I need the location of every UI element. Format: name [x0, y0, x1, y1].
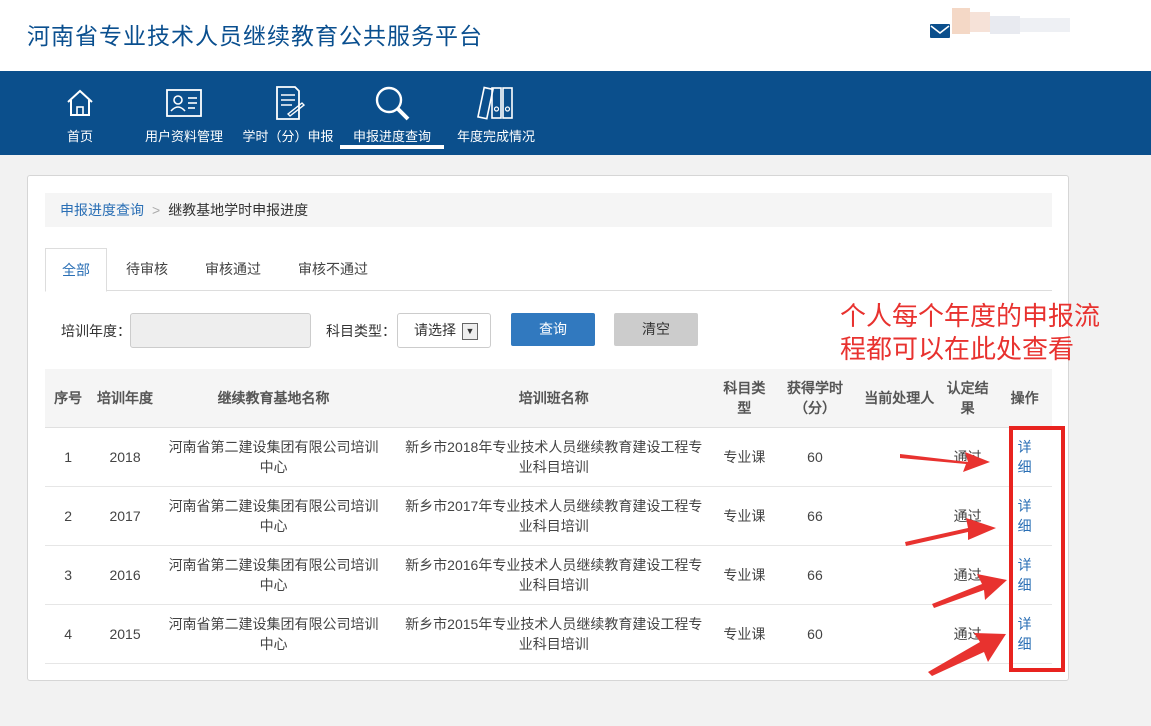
cell-handler [860, 545, 939, 605]
cell-hours: 66 [769, 486, 861, 546]
cell-subject-type: 专业课 [719, 486, 770, 546]
year-label: 培训年度： [61, 323, 131, 339]
cell-result: 通过 [938, 486, 998, 546]
breadcrumb-separator: > [152, 202, 161, 218]
cell-year: 2018 [91, 427, 159, 487]
col-base-name: 继续教育基地名称 [158, 369, 389, 428]
cell-year: 2017 [91, 486, 159, 546]
search-icon [375, 86, 410, 121]
cell-no: 4 [45, 604, 92, 664]
col-subject-type: 科目类型 [719, 369, 770, 428]
cell-subject-type: 专业课 [719, 545, 770, 605]
clear-button[interactable]: 清空 [614, 313, 698, 346]
cell-handler [860, 604, 939, 664]
breadcrumb: 申报进度查询 > 继教基地学时申报进度 [45, 193, 1052, 227]
dropdown-arrow-icon: ▼ [462, 323, 478, 340]
annotation-line: 个人每个年度的申报流 [840, 302, 1101, 332]
col-result: 认定结果 [938, 369, 998, 428]
tab-rejected[interactable]: 审核不通过 [285, 248, 381, 291]
nav-item-home[interactable]: 首页 [55, 71, 105, 155]
nav-label: 首页 [66, 129, 93, 144]
year-input[interactable] [130, 313, 311, 348]
table-row: 2 2017 河南省第二建设集团有限公司培训中心 新乡市2017年专业技术人员继续教育… [45, 486, 1052, 546]
site-title: 河南省专业技术人员继续教育公共服务平台 [27, 23, 483, 49]
home-icon [67, 89, 93, 116]
tab-pending[interactable]: 待审核 [111, 248, 183, 291]
cell-hours: 60 [769, 427, 861, 487]
status-tabs: 全部 待审核 审核通过 审核不通过 [45, 248, 1052, 292]
table-row: 1 2018 河南省第二建设集团有限公司培训中心 新乡市2018年专业技术人员继续教育… [45, 427, 1052, 487]
main-nav: 首页 用户资料管理 学时（分）申报 申报进度查询 年度完成情况 [0, 71, 1151, 155]
table-header-row: 序号 培训年度 继续教育基地名称 培训班名称 科目类型 获得学时（分） 当前处理… [45, 369, 1052, 428]
cell-base-name: 河南省第二建设集团有限公司培训中心 [158, 604, 389, 664]
content-panel: 申报进度查询 > 继教基地学时申报进度 全部 待审核 审核通过 审核不通过 培训年度… [27, 175, 1069, 681]
cell-no: 2 [45, 486, 92, 546]
nav-item-annual-completion[interactable]: 年度完成情况 [452, 71, 540, 155]
table-row: 3 2016 河南省第二建设集团有限公司培训中心 新乡市2016年专业技术人员继续教育… [45, 545, 1052, 605]
tab-approved[interactable]: 审核通过 [193, 248, 273, 291]
nav-label: 学时（分）申报 [242, 129, 334, 144]
mail-icon[interactable] [929, 22, 951, 40]
cell-year: 2016 [91, 545, 159, 605]
breadcrumb-current: 继教基地学时申报进度 [168, 202, 309, 218]
cell-result: 通过 [938, 604, 998, 664]
document-edit-icon [276, 86, 306, 120]
subject-type-label: 科目类型： [326, 323, 396, 339]
cell-base-name: 河南省第二建设集团有限公司培训中心 [158, 486, 389, 546]
nav-item-progress-query[interactable]: 申报进度查询 [340, 71, 444, 155]
nav-label: 申报进度查询 [352, 129, 431, 144]
cell-class-name: 新乡市2018年专业技术人员继续教育建设工程专业科目培训 [388, 427, 720, 487]
active-indicator [340, 145, 444, 149]
nav-label: 用户资料管理 [144, 129, 223, 144]
cell-class-name: 新乡市2016年专业技术人员继续教育建设工程专业科目培训 [388, 545, 720, 605]
cell-subject-type: 专业课 [719, 427, 770, 487]
nav-label: 年度完成情况 [456, 129, 535, 144]
cell-handler [860, 427, 939, 487]
col-hours: 获得学时（分） [769, 369, 861, 428]
cell-class-name: 新乡市2017年专业技术人员继续教育建设工程专业科目培训 [388, 486, 720, 546]
col-class-name: 培训班名称 [388, 369, 720, 428]
annotation-text: 个人每个年度的申报流 程都可以在此处查看 [840, 301, 1140, 367]
cell-hours: 66 [769, 545, 861, 605]
cell-result: 通过 [938, 427, 998, 487]
user-avatar-blurred[interactable] [952, 8, 1072, 36]
cell-result: 通过 [938, 545, 998, 605]
cell-hours: 60 [769, 604, 861, 664]
cell-no: 1 [45, 427, 92, 487]
nav-item-hours-declare[interactable]: 学时（分）申报 [240, 71, 336, 155]
subject-type-select[interactable]: 请选择 ▼ [397, 313, 491, 348]
cell-class-name: 新乡市2015年专业技术人员继续教育建设工程专业科目培训 [388, 604, 720, 664]
cell-handler [860, 486, 939, 546]
cell-subject-type: 专业课 [719, 604, 770, 664]
cell-base-name: 河南省第二建设集团有限公司培训中心 [158, 427, 389, 487]
progress-table: 序号 培训年度 继续教育基地名称 培训班名称 科目类型 获得学时（分） 当前处理… [45, 369, 1052, 664]
breadcrumb-link[interactable]: 申报进度查询 [60, 202, 144, 218]
table-row: 4 2015 河南省第二建设集团有限公司培训中心 新乡市2015年专业技术人员继续教育… [45, 604, 1052, 664]
site-header: 河南省专业技术人员继续教育公共服务平台 [0, 0, 1151, 71]
col-action: 操作 [997, 369, 1052, 428]
cell-year: 2015 [91, 604, 159, 664]
cell-no: 3 [45, 545, 92, 605]
annotation-line: 程都可以在此处查看 [840, 335, 1075, 365]
highlight-box [1009, 426, 1065, 672]
col-handler: 当前处理人 [860, 369, 939, 428]
col-year: 培训年度 [91, 369, 159, 428]
nav-item-user-profile[interactable]: 用户资料管理 [140, 71, 228, 155]
user-card-icon [166, 89, 202, 117]
cell-base-name: 河南省第二建设集团有限公司培训中心 [158, 545, 389, 605]
col-no: 序号 [45, 369, 92, 428]
binders-icon [477, 86, 513, 120]
tab-all[interactable]: 全部 [45, 248, 107, 292]
subject-type-selected: 请选择 [414, 322, 456, 338]
query-button[interactable]: 查询 [511, 313, 595, 346]
